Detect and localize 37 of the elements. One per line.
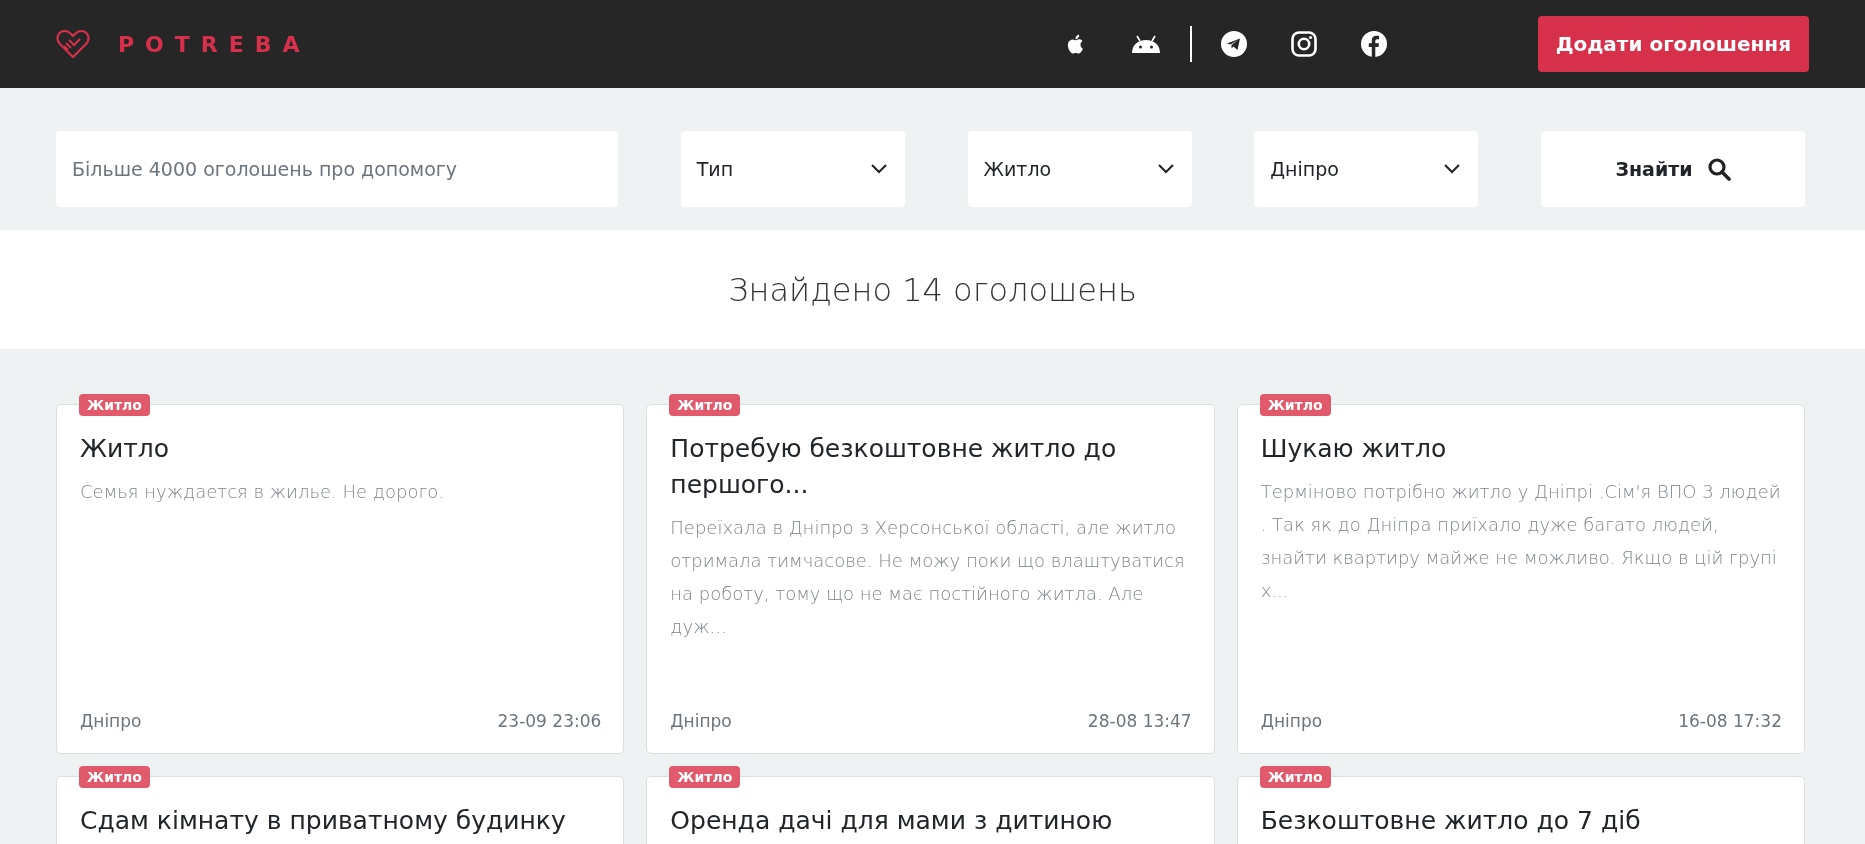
listing-title: Потребую безкоштовне житло до першого... (670, 433, 1118, 501)
category-badge: Житло (79, 394, 150, 416)
android-icon[interactable] (1129, 34, 1162, 54)
category-badge: Житло (669, 394, 741, 416)
chevron-down-icon (870, 164, 887, 174)
listing-title: Безкоштовне житло до 7 діб (1260, 805, 1642, 837)
listing-city: Дніпро (670, 711, 732, 731)
listing-description: Терміново потрібно житло у Дніпрі .Сім'я ВПО 3 людей . Так як до Дніпра приїхало дуже багато людей, знайти квартиру майже не можливо. Якщо в цій групі х... (1260, 480, 1782, 603)
listing-city: Дніпро (80, 711, 142, 731)
search-icon (1706, 157, 1731, 181)
listing-title: Сдам кімнату в приватному будинку (80, 805, 567, 837)
dropdown-select[interactable]: Житло (967, 131, 1192, 207)
listing-title: Оренда дачі для мами з дитиною (670, 805, 1114, 837)
dropdown-select[interactable]: Тип (680, 131, 905, 207)
chevron-down-icon (1444, 164, 1461, 174)
listing-title: Шукаю житло (1260, 433, 1448, 465)
category-badge: Житло (1259, 766, 1331, 788)
listing-description: Переїхала в Дніпро з Херсонської області, але житло отримала тимчасове. Не можу поки що влаштуватися на роботу, тому що не має постійного житла. Але дуж... (670, 516, 1186, 639)
add-listing-button[interactable]: Додати оголошення (1537, 16, 1809, 72)
category-badge: Житло (669, 766, 741, 788)
heart-handshake-icon[interactable] (56, 28, 90, 60)
listing-date: 28-08 13:47 (1087, 711, 1192, 731)
listing-description: Семья нуждается в жилье. Не дорого. (80, 480, 446, 504)
listing-city: Дніпро (1260, 711, 1323, 731)
listing-date: 23-09 23:06 (497, 711, 602, 731)
search-field[interactable]: Більше 4000 оголошень про допомогу (56, 131, 618, 207)
instagram-icon[interactable] (1289, 30, 1318, 58)
telegram-icon[interactable] (1219, 30, 1248, 58)
category-badge: Житло (79, 766, 150, 788)
category-badge: Житло (1259, 394, 1331, 416)
results-count: Знайдено 14 оголошень (728, 270, 1137, 309)
search-button[interactable]: Знайти (1541, 131, 1805, 207)
facebook-icon[interactable] (1359, 30, 1388, 58)
listing-date: 16-08 17:32 (1678, 711, 1782, 731)
dropdown-select[interactable]: Дніпро (1254, 131, 1479, 207)
listing-title: Житло (80, 433, 170, 465)
chevron-down-icon (1157, 164, 1174, 174)
